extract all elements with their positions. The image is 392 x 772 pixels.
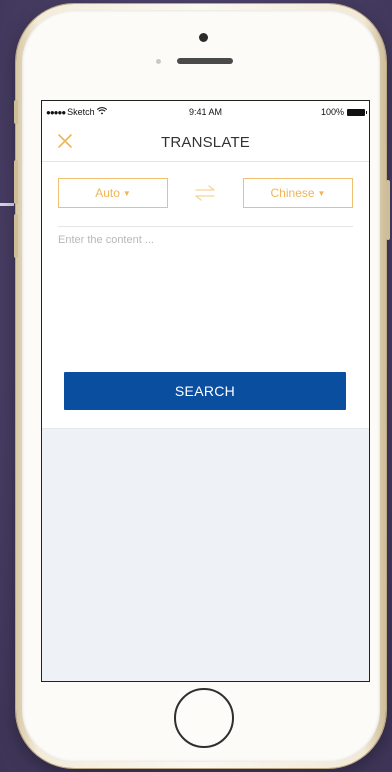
status-right: 100% <box>320 107 367 117</box>
target-language-select[interactable]: Chinese ▼ <box>243 178 353 208</box>
signal-dots-icon: ●●●●● <box>46 107 66 117</box>
battery-icon <box>347 108 367 116</box>
close-icon[interactable] <box>56 132 74 150</box>
source-language-label: Auto <box>95 186 120 200</box>
decorative-dash <box>0 203 14 206</box>
home-button[interactable] <box>174 688 234 748</box>
translate-form: Auto ▼ Chinese ▼ SEARCH <box>42 162 369 428</box>
volume-up-button <box>14 160 18 204</box>
app-screen: ●●●●● Sketch 9:41 AM 100% TRANSLATE Auto… <box>41 100 370 682</box>
proximity-sensor <box>156 59 161 64</box>
power-button <box>386 180 390 240</box>
nav-bar: TRANSLATE <box>42 123 369 162</box>
wifi-icon <box>96 107 107 117</box>
status-bar: ●●●●● Sketch 9:41 AM 100% <box>42 101 369 123</box>
earpiece-speaker <box>177 58 233 64</box>
chevron-down-icon: ▼ <box>317 188 326 198</box>
source-language-select[interactable]: Auto ▼ <box>58 178 168 208</box>
carrier-name: Sketch <box>67 107 95 117</box>
volume-down-button <box>14 214 18 258</box>
battery-percent: 100% <box>320 107 344 117</box>
language-selector-row: Auto ▼ Chinese ▼ <box>58 178 353 210</box>
search-button[interactable]: SEARCH <box>64 372 346 410</box>
swap-arrows-icon[interactable] <box>193 183 217 203</box>
divider <box>58 226 353 227</box>
target-language-label: Chinese <box>270 186 315 200</box>
mute-switch <box>14 100 18 124</box>
front-camera <box>199 33 208 42</box>
chevron-down-icon: ▼ <box>122 188 131 198</box>
status-left: ●●●●● Sketch <box>46 107 107 117</box>
result-area <box>42 428 369 681</box>
page-title: TRANSLATE <box>160 133 251 151</box>
